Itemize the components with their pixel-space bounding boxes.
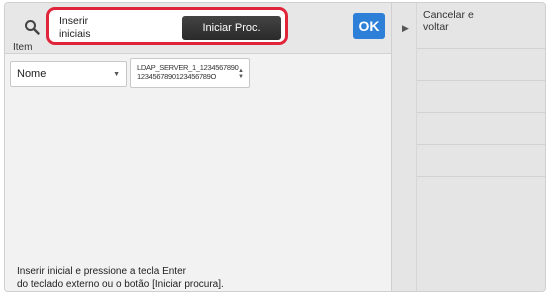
search-icon [25,20,40,35]
side-slot [417,80,545,111]
cancel-label-line-1: Cancelar e [423,9,474,21]
item-select-value: Nome [17,68,47,80]
side-actions: Cancelar e voltar [416,3,545,291]
side-slot [417,48,545,79]
toolbar: Inserir iniciais Iniciar Proc. OK [5,3,391,54]
instructions-line-2: do teclado externo ou o botão [Iniciar p… [17,279,224,290]
instructions-text: Inserir inicial e pressione a tecla Ente… [17,265,317,291]
search-input-highlight: Inserir iniciais Iniciar Proc. [46,7,288,45]
address-book-line-2: 1234567890123456789O [137,72,217,81]
cancel-label-line-2: voltar [423,21,449,33]
instructions-line-1: Inserir inicial e pressione a tecla Ente… [17,266,186,277]
search-button[interactable] [19,15,45,39]
start-search-button[interactable]: Iniciar Proc. [182,16,281,40]
item-select[interactable]: Nome ▼ [10,61,127,87]
cancel-and-return-button[interactable]: Cancelar e voltar [417,3,545,47]
results-area [5,98,391,258]
panel-toggle-icon[interactable]: ▶ [402,23,409,34]
search-input[interactable]: Inserir iniciais [59,15,119,41]
ok-button[interactable]: OK [353,13,385,39]
item-label: Item [13,42,33,53]
screen: Inserir iniciais Iniciar Proc. OK Item N… [4,2,546,292]
dropdown-arrow-icon: ▼ [113,71,120,78]
up-down-arrows-icon: ▲ ▼ [238,68,244,80]
main-area: Inserir iniciais Iniciar Proc. OK Item N… [5,3,391,291]
side-slot [417,144,545,175]
side-slot [417,112,545,143]
side-panel: ▶ Cancelar e voltar [391,3,545,291]
side-slot [417,176,545,207]
address-book-select[interactable]: LDAP_SERVER_1_1234567890 123456789012345… [130,58,250,88]
address-book-line-1: LDAP_SERVER_1_1234567890 [137,63,239,72]
